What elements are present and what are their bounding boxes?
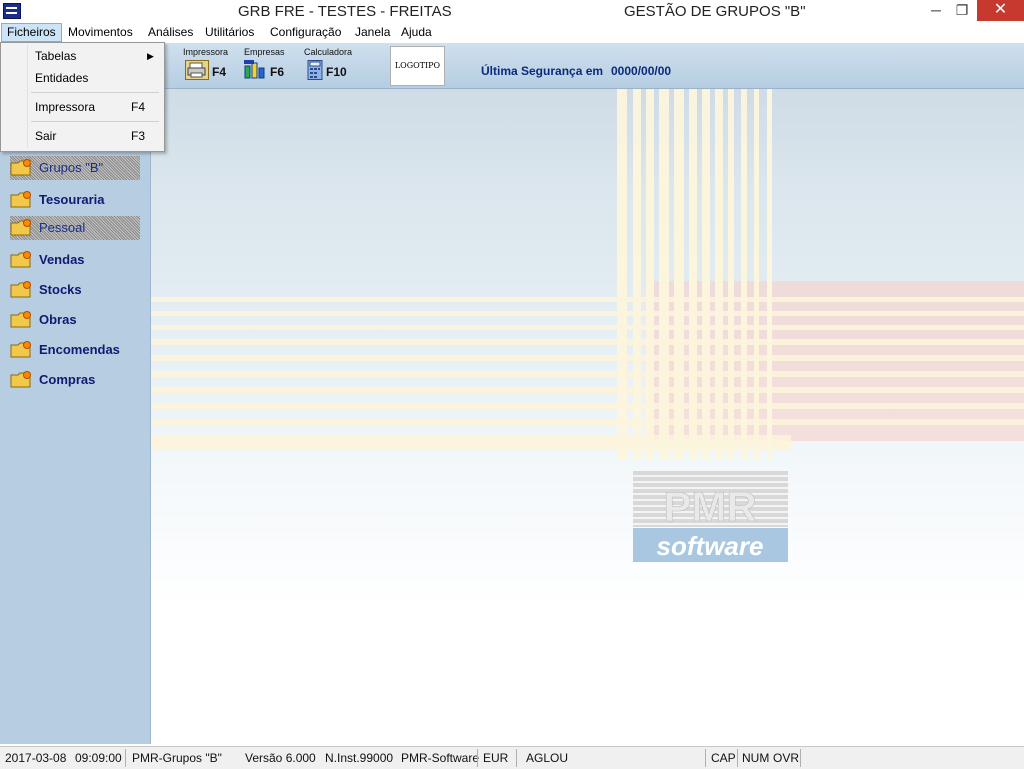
status-user: AGLOU [526,751,569,765]
folder-icon [10,341,31,358]
calculator-icon [307,60,323,80]
restore-button[interactable]: ❐ [946,0,978,21]
sidebar-item-label: Grupos "B" [39,160,104,175]
workspace-background: PMR software [151,89,1024,744]
status-vendor: PMR-Software [401,751,480,765]
companies-caption: Empresas [244,47,285,57]
status-version: Versão 6.000 [245,751,316,765]
status-ovr: OVR [773,751,800,765]
companies-shortcut: F6 [270,65,285,79]
printer-caption: Impressora [183,47,229,57]
pmr-brand-text: PMR [663,483,756,530]
status-currency: EUR [483,751,509,765]
folder-icon [10,311,31,328]
folder-icon [10,371,31,388]
menu-item-entidades[interactable]: Entidades [3,67,160,89]
printer-shortcut: F4 [212,65,227,79]
printer-toolbar-button[interactable]: Impressora F4 [183,47,233,87]
calculator-caption: Calculadora [304,47,353,57]
status-time: 09:09:00 [75,751,122,765]
calculator-shortcut: F10 [326,65,347,79]
status-num: NUM [742,751,770,765]
sidebar-item-label: Stocks [39,282,82,297]
menu-movimentos[interactable]: Movimentos [63,24,138,41]
menu-item-impressora[interactable]: Impressora F4 [3,96,160,118]
status-installation: N.Inst.99000 [325,751,394,765]
menu-item-label: Sair [35,129,57,143]
sidebar-item-label: Pessoal [39,220,86,235]
companies-toolbar-button[interactable]: Empresas F6 [244,47,294,87]
menu-separator [31,121,159,122]
module-title: GESTÃO DE GRUPOS "B" [624,3,806,20]
software-brand-text: software [657,531,764,561]
sidebar-item-label: Tesouraria [39,192,105,207]
folder-icon [10,251,31,268]
folder-icon [10,159,31,176]
folder-icon [10,281,31,298]
window-title: GRB FRE - TESTES - FREITAS [238,3,452,20]
menu-ficheiros[interactable]: Ficheiros [1,23,62,42]
last-backup-date: 0000/00/00 [611,64,672,78]
menu-bar: Ficheiros Movimentos Análises Utilitário… [0,23,1024,42]
menu-item-shortcut: F4 [131,100,146,114]
folder-icon [10,191,31,208]
folder-icon [10,219,31,236]
menu-configuracao[interactable]: Configuração [265,24,346,41]
menu-separator [31,92,159,93]
menu-item-label: Entidades [35,71,89,85]
ficheiros-dropdown-menu: Tabelas ▶ Entidades Impressora F4 Sair F… [0,42,165,152]
calculator-toolbar-button[interactable]: Calculadora F10 [304,47,356,87]
company-logo-placeholder: LOGOTIPO [390,46,445,86]
submenu-arrow-icon: ▶ [147,51,154,61]
status-app: PMR-Grupos "B" [132,751,222,765]
menu-item-label: Tabelas [35,49,77,63]
companies-icon [244,60,265,79]
sidebar-item-grupos-b[interactable]: Grupos "B" [10,156,140,180]
menu-analises[interactable]: Análises [143,24,198,41]
sidebar-item-label: Compras [39,372,96,387]
status-bar: 2017-03-08 09:09:00 PMR-Grupos "B" Versã… [0,746,1024,769]
sidebar-item-label: Encomendas [39,342,120,357]
menu-item-shortcut: F3 [131,129,146,143]
decorative-stripes: PMR software [151,89,1024,562]
status-caps: CAP [711,751,736,765]
sidebar-item-pessoal[interactable]: Pessoal [10,216,140,240]
module-sidebar: Grupos "B" Tesouraria Pessoal Vendas Sto… [0,89,151,744]
printer-icon [185,60,209,80]
status-date: 2017-03-08 [5,751,67,765]
app-icon[interactable] [3,3,21,19]
sidebar-item-label: Obras [39,312,77,327]
menu-item-label: Impressora [35,100,96,114]
menu-ajuda[interactable]: Ajuda [396,24,437,41]
close-button[interactable]: ✕ [977,0,1024,21]
title-bar: GRB FRE - TESTES - FREITAS GESTÃO DE GRU… [0,0,1024,23]
menu-janela[interactable]: Janela [350,24,395,41]
menu-utilitarios[interactable]: Utilitários [200,24,259,41]
sidebar-item-label: Vendas [39,252,85,267]
menu-item-tabelas[interactable]: Tabelas ▶ [3,45,160,67]
menu-item-sair[interactable]: Sair F3 [3,125,160,147]
last-backup-label: Última Segurança em [481,64,604,78]
